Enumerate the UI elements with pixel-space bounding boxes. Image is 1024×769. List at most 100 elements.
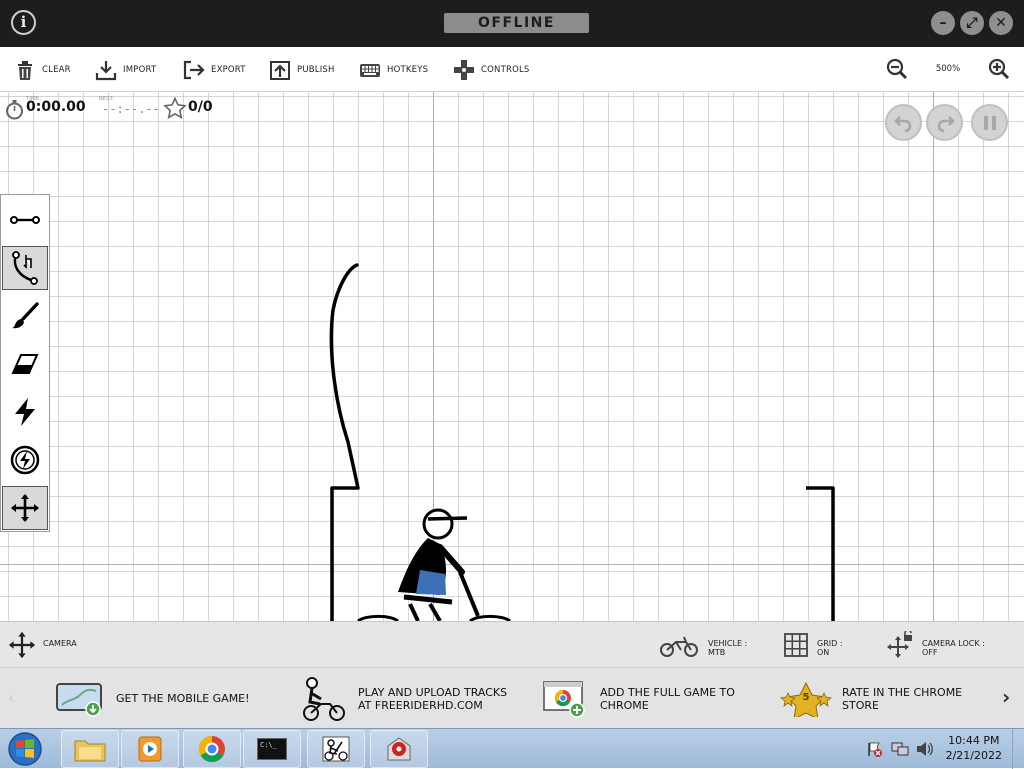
hotkeys-label: HOTKEYS xyxy=(387,65,429,75)
app-title: OFFLINE EDITOR xyxy=(444,13,589,51)
import-icon xyxy=(95,61,117,81)
clear-label: CLEAR xyxy=(42,65,71,75)
taskbar-chrome[interactable] xyxy=(183,730,241,768)
import-button[interactable]: IMPORT xyxy=(95,57,156,83)
camera-lock-label: CAMERA LOCK : OFF xyxy=(922,639,985,657)
curve-tool-icon xyxy=(12,251,38,285)
volume-icon[interactable] xyxy=(915,741,933,757)
powerup-tool[interactable] xyxy=(2,390,48,434)
promo-mobile-game[interactable]: GET THE MOBILE GAME! xyxy=(56,668,256,729)
editor-toolbar: CLEAR IMPORT EXPORT PUBLISH HOTKEYS CONT… xyxy=(0,47,1024,92)
move-arrows-icon xyxy=(11,494,39,522)
promo-rate-store[interactable]: 5 RATE IN THE CHROME STORE xyxy=(780,668,985,729)
folder-icon xyxy=(74,740,106,762)
show-desktop-button[interactable] xyxy=(1012,729,1024,769)
minimize-button[interactable]: – xyxy=(931,11,955,35)
dpad-icon xyxy=(454,60,474,80)
track-line-right xyxy=(806,486,835,621)
network-icon[interactable] xyxy=(891,741,909,757)
straight-line-tool[interactable] xyxy=(2,198,48,242)
title-bar: i OFFLINE EDITOR – ⤢ ✕ xyxy=(0,0,1024,51)
rider-icon xyxy=(303,676,345,721)
rating-number: 5 xyxy=(802,691,810,703)
grid-icon xyxy=(784,633,808,657)
camera-move-icon xyxy=(8,631,36,659)
promo-chrome-line1: ADD THE FULL GAME TO xyxy=(600,685,735,699)
system-clock[interactable]: 10:44 PM 2/21/2022 xyxy=(946,733,1002,763)
promo-freeriderhd[interactable]: PLAY AND UPLOAD TRACKS AT FREERIDERHD.CO… xyxy=(302,668,522,729)
export-icon xyxy=(183,60,205,80)
trash-icon xyxy=(18,61,32,80)
track-line-left xyxy=(329,263,360,621)
promo-add-chrome[interactable]: ADD THE FULL GAME TO CHROME xyxy=(543,668,748,729)
eraser-tool[interactable] xyxy=(2,342,48,386)
vehicle-toggle[interactable]: VEHICLE : MTB xyxy=(659,630,765,660)
lightning-icon xyxy=(15,398,35,426)
track-canvas[interactable]: TIME: 0:00.00 BEST: --:--.-- 0/0 xyxy=(0,92,1024,621)
zoom-out-icon[interactable] xyxy=(886,58,908,80)
promo-mobile-text: GET THE MOBILE GAME! xyxy=(116,692,250,705)
zoom-in-icon[interactable] xyxy=(988,58,1010,80)
vehicle-label: VEHICLE : MTB xyxy=(708,639,748,657)
chrome-icon xyxy=(198,735,225,763)
tool-palette xyxy=(0,194,50,532)
taskbar-app-red[interactable] xyxy=(370,730,428,768)
promo-chrome-line2: CHROME xyxy=(600,698,649,712)
promo-bar: ‹ GET THE MOBILE GAME! PLAY AND UPLOAD T… xyxy=(0,667,1024,728)
free-rider-icon xyxy=(322,736,350,762)
brush-tool[interactable] xyxy=(2,294,48,338)
mobile-game-icon xyxy=(56,682,102,717)
grid-label: GRID : ON xyxy=(817,639,843,657)
taskbar-free-rider[interactable] xyxy=(307,730,365,768)
chrome-add-icon xyxy=(543,680,585,718)
promo-freeriderhd-line1: PLAY AND UPLOAD TRACKS xyxy=(358,685,508,699)
close-button[interactable]: ✕ xyxy=(989,11,1013,35)
camera-label: CAMERA xyxy=(43,639,77,648)
promo-rate-line1: RATE IN THE CHROME xyxy=(842,685,963,699)
rider-sprite xyxy=(357,508,511,621)
keyboard-icon xyxy=(360,64,380,77)
grid-toggle[interactable]: GRID : ON xyxy=(784,630,856,660)
eraser-icon xyxy=(11,354,39,374)
status-bar: CAMERA VEHICLE : MTB GRID : ON CAMERA LO… xyxy=(0,621,1024,667)
camera-lock-icon xyxy=(887,631,912,658)
publish-button[interactable]: PUBLISH xyxy=(269,57,335,83)
clear-button[interactable]: CLEAR xyxy=(14,57,71,83)
windows-taskbar: C:\_ 10:44 PM 2/21/2022 xyxy=(0,728,1024,769)
clock-date: 2/21/2022 xyxy=(945,749,1002,762)
next-arrow-icon[interactable]: › xyxy=(1002,685,1010,709)
taskbar-media-player[interactable] xyxy=(121,730,179,768)
publish-icon xyxy=(270,61,290,80)
prev-arrow-icon[interactable]: ‹ xyxy=(8,688,15,707)
hotkeys-button[interactable]: HOTKEYS xyxy=(359,57,428,83)
info-button[interactable]: i xyxy=(11,10,36,35)
boost-icon xyxy=(10,445,40,475)
taskbar-explorer[interactable] xyxy=(61,730,119,768)
cmd-icon: C:\_ xyxy=(257,738,287,760)
maximize-button[interactable]: ⤢ xyxy=(960,11,984,35)
clock-time: 10:44 PM xyxy=(948,734,1000,747)
brush-icon xyxy=(12,302,39,329)
boost-tool[interactable] xyxy=(2,438,48,482)
publish-label: PUBLISH xyxy=(297,65,335,75)
line-tool-icon xyxy=(10,216,40,224)
zoom-level: 500% xyxy=(935,64,961,74)
action-center-flag-icon[interactable] xyxy=(866,741,882,757)
curve-line-tool[interactable] xyxy=(2,246,48,290)
export-label: EXPORT xyxy=(211,65,246,75)
controls-label: CONTROLS xyxy=(481,65,530,75)
rating-badge: 5 xyxy=(780,681,832,720)
export-button[interactable]: EXPORT xyxy=(183,57,246,83)
bike-icon xyxy=(660,636,698,657)
start-button[interactable] xyxy=(4,731,46,767)
controls-button[interactable]: CONTROLS xyxy=(453,57,530,83)
taskbar-cmd[interactable]: C:\_ xyxy=(243,730,301,768)
track-drawing xyxy=(329,263,835,621)
import-label: IMPORT xyxy=(123,65,157,75)
promo-rate-line2: STORE xyxy=(842,698,879,712)
red-app-icon xyxy=(387,737,411,761)
camera-move-tool[interactable] xyxy=(2,486,48,530)
camera-lock-toggle[interactable]: CAMERA LOCK : OFF xyxy=(886,628,998,660)
media-player-icon xyxy=(138,736,162,762)
promo-freeriderhd-line2: AT FREERIDERHD.COM xyxy=(358,698,483,712)
